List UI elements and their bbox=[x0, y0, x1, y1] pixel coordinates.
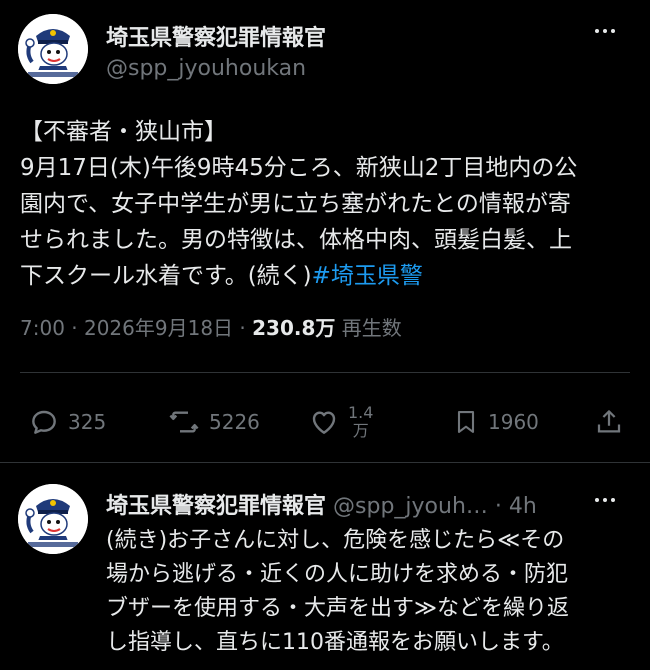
reply-text-line: し指導し、直ちに110番通報をお願いします。 bbox=[106, 630, 564, 655]
repost-icon bbox=[169, 411, 199, 433]
like-count-unit: 万 bbox=[352, 421, 369, 440]
like-count-number: 1.4 bbox=[348, 403, 374, 422]
reply-text-line: 場から逃げる・近くの人に助けを求める・防犯 bbox=[106, 562, 569, 587]
heart-icon bbox=[312, 411, 336, 434]
bookmark-count: 1960 bbox=[488, 410, 539, 434]
more-options-icon[interactable] bbox=[588, 21, 622, 41]
bookmark-button[interactable]: 1960 bbox=[452, 400, 539, 444]
reply-more-options-icon[interactable] bbox=[588, 490, 622, 510]
post-text: 【不審者・狭山市】 9月17日(木)午後9時45分ころ、新狭山2丁目地内の公 園… bbox=[20, 114, 632, 294]
share-icon bbox=[597, 410, 621, 433]
post-separator bbox=[0, 462, 650, 463]
repost-count: 5226 bbox=[209, 410, 260, 434]
post-text-tail: 下スクール水着です。(続く) bbox=[20, 263, 312, 289]
post-text-line: 下スクール水着です。(続く)#埼玉県警 bbox=[20, 258, 632, 294]
views-label: 再生数 bbox=[341, 316, 402, 340]
reply-count: 325 bbox=[68, 410, 107, 434]
like-button[interactable]: 1.4 万 bbox=[308, 396, 373, 448]
post-timestamp[interactable]: 7:00 · 2026年9月18日 · bbox=[20, 316, 246, 340]
post-text-line: 【不審者・狭山市】 bbox=[20, 119, 227, 145]
divider bbox=[20, 372, 630, 373]
post-text-line: 9月17日(木)午後9時45分ころ、新狭山2丁目地内の公 bbox=[20, 155, 578, 181]
share-button[interactable] bbox=[594, 400, 624, 444]
reply-avatar[interactable] bbox=[18, 484, 88, 554]
post-text-line: 園内で、女子中学生が男に立ち塞がれたとの情報が寄 bbox=[20, 191, 571, 217]
reply-text-line: (続き)お子さんに対し、危険を感じたら≪その bbox=[106, 528, 565, 553]
bookmark-icon bbox=[457, 411, 475, 433]
author-handle[interactable]: @spp_jyouhoukan bbox=[106, 56, 306, 81]
reply-text-line: ブザーを使用する・大声を出す≫などを繰り返 bbox=[106, 596, 570, 621]
reply-author-name[interactable]: 埼玉県警察犯罪情報官 bbox=[106, 494, 326, 519]
like-count: 1.4 万 bbox=[348, 404, 373, 440]
views-count: 230.8万 bbox=[252, 316, 336, 340]
post-text-line: せられました。男の特徴は、体格中肉、頭髪白髪、上 bbox=[20, 227, 572, 253]
reply-icon bbox=[32, 410, 56, 434]
author-name[interactable]: 埼玉県警察犯罪情報官 bbox=[106, 20, 326, 52]
reply-handle-time[interactable]: @spp_jyouh… · 4h bbox=[333, 494, 537, 519]
reply-button[interactable]: 325 bbox=[28, 400, 106, 444]
post-meta: 7:00 · 2026年9月18日 · 230.8万 再生数 bbox=[20, 312, 402, 341]
repost-button[interactable]: 5226 bbox=[167, 400, 260, 444]
reply-header: 埼玉県警察犯罪情報官 @spp_jyouh… · 4h bbox=[106, 488, 537, 520]
reply-text: (続き)お子さんに対し、危険を感じたら≪その 場から逃げる・近くの人に助けを求め… bbox=[106, 524, 636, 660]
avatar[interactable] bbox=[18, 14, 88, 84]
hashtag-link[interactable]: #埼玉県警 bbox=[312, 263, 423, 289]
